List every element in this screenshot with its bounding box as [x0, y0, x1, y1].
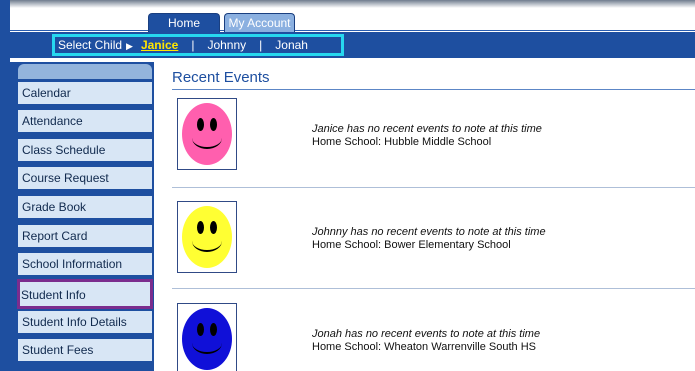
- event-item: Janice has no recent events to note at t…: [312, 123, 542, 149]
- smiley-face-icon: [182, 103, 232, 165]
- child-link-johnny[interactable]: Johnny: [207, 33, 246, 57]
- title-divider: [172, 89, 695, 90]
- separator: |: [191, 38, 195, 52]
- tab-my-account[interactable]: My Account: [224, 13, 295, 32]
- event-message: Johnny has no recent events to note at t…: [312, 226, 546, 238]
- event-message: Jonah has no recent events to note at th…: [312, 328, 541, 340]
- sidebar-item-school-information[interactable]: School Information: [18, 253, 152, 277]
- sidebar-item-report-card[interactable]: Report Card: [18, 225, 152, 249]
- smiley-face-icon: [182, 308, 232, 370]
- sidebar-item-course-request[interactable]: Course Request: [18, 167, 152, 191]
- event-item: Johnny has no recent events to note at t…: [312, 226, 546, 252]
- sidebar-item-student-fees[interactable]: Student Fees: [18, 339, 152, 363]
- event-message: Janice has no recent events to note at t…: [312, 123, 542, 135]
- tab-home[interactable]: Home: [148, 13, 220, 32]
- separator: |: [259, 38, 263, 52]
- sidebar-item-student-info[interactable]: Student Info: [17, 279, 153, 309]
- event-divider: [172, 288, 695, 289]
- avatar: [177, 303, 237, 371]
- child-link-janice[interactable]: Janice: [141, 33, 178, 57]
- event-home-school: Home School: Bower Elementary School: [312, 239, 511, 251]
- child-link-jonah[interactable]: Jonah: [275, 33, 308, 57]
- page-title: Recent Events: [172, 69, 270, 86]
- avatar: [177, 201, 237, 273]
- smiley-face-icon: [182, 206, 232, 268]
- event-home-school: Home School: Wheaton Warrenville South H…: [312, 341, 536, 353]
- event-home-school: Home School: Hubble Middle School: [312, 136, 492, 148]
- event-divider: [172, 187, 695, 188]
- child-selector: Select Child ▶ Janice | Johnny | Jonah: [52, 33, 308, 57]
- sidebar-header: [18, 64, 152, 79]
- event-item: Jonah has no recent events to note at th…: [312, 328, 540, 354]
- left-edge: [0, 0, 10, 371]
- header-shade: [0, 0, 695, 8]
- avatar: [177, 98, 237, 170]
- sidebar-item-grade-book[interactable]: Grade Book: [18, 196, 152, 220]
- triangle-right-icon: ▶: [126, 41, 133, 51]
- sidebar-item-student-info-details[interactable]: Student Info Details: [18, 311, 152, 335]
- select-child-label: Select Child: [58, 38, 123, 52]
- sidebar-item-class-schedule[interactable]: Class Schedule: [18, 139, 152, 163]
- sidebar-item-attendance[interactable]: Attendance: [18, 110, 152, 134]
- sidebar-item-calendar[interactable]: Calendar: [18, 82, 152, 106]
